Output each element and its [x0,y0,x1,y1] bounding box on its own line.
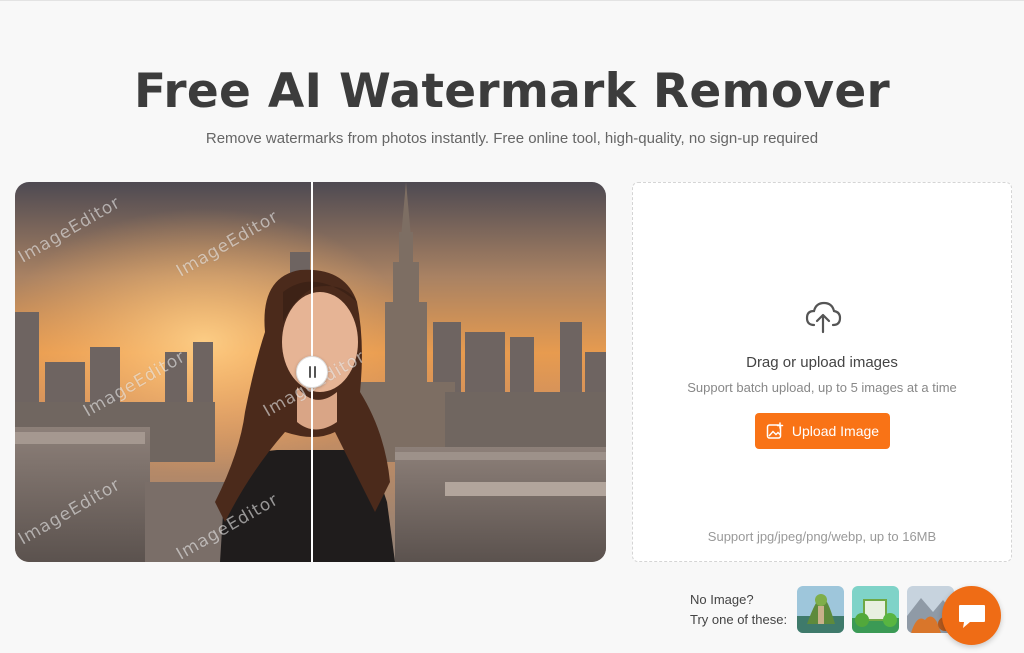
upload-image-button[interactable]: Upload Image [755,413,890,449]
no-image-label: No Image? [690,592,754,607]
top-border [0,0,1024,1]
dropzone-title: Drag or upload images [746,354,898,371]
page-title: Free AI Watermark Remover [133,64,891,119]
sample-image-1 [797,586,844,633]
comparison-slider-handle[interactable] [296,356,328,388]
sample-thumbnail-1[interactable] [797,586,844,633]
upload-dropzone[interactable]: Drag or upload images Support batch uplo… [632,182,1012,562]
chat-bubble-icon [958,604,985,628]
format-note: Support jpg/jpeg/png/webp, up to 16MB [707,529,937,544]
try-these-label: Try one of these: [690,612,788,627]
cloud-upload-icon [805,301,842,334]
image-plus-icon [766,422,784,439]
chat-button[interactable] [942,586,1001,645]
dropzone-subtitle: Support batch upload, up to 5 images at … [687,380,957,395]
page-subtitle: Remove watermarks from photos instantly.… [205,130,819,147]
sample-images-prompt: No Image? Try one of these: [690,590,787,630]
sample-image-2 [852,586,899,633]
handle-grip-icon [313,366,316,378]
before-after-comparison[interactable]: ImageEditor ImageEditor ImageEditor Imag… [15,182,606,562]
upload-button-label: Upload Image [791,423,880,439]
sample-thumbnail-2[interactable] [852,586,899,633]
handle-grip-icon [308,366,311,378]
